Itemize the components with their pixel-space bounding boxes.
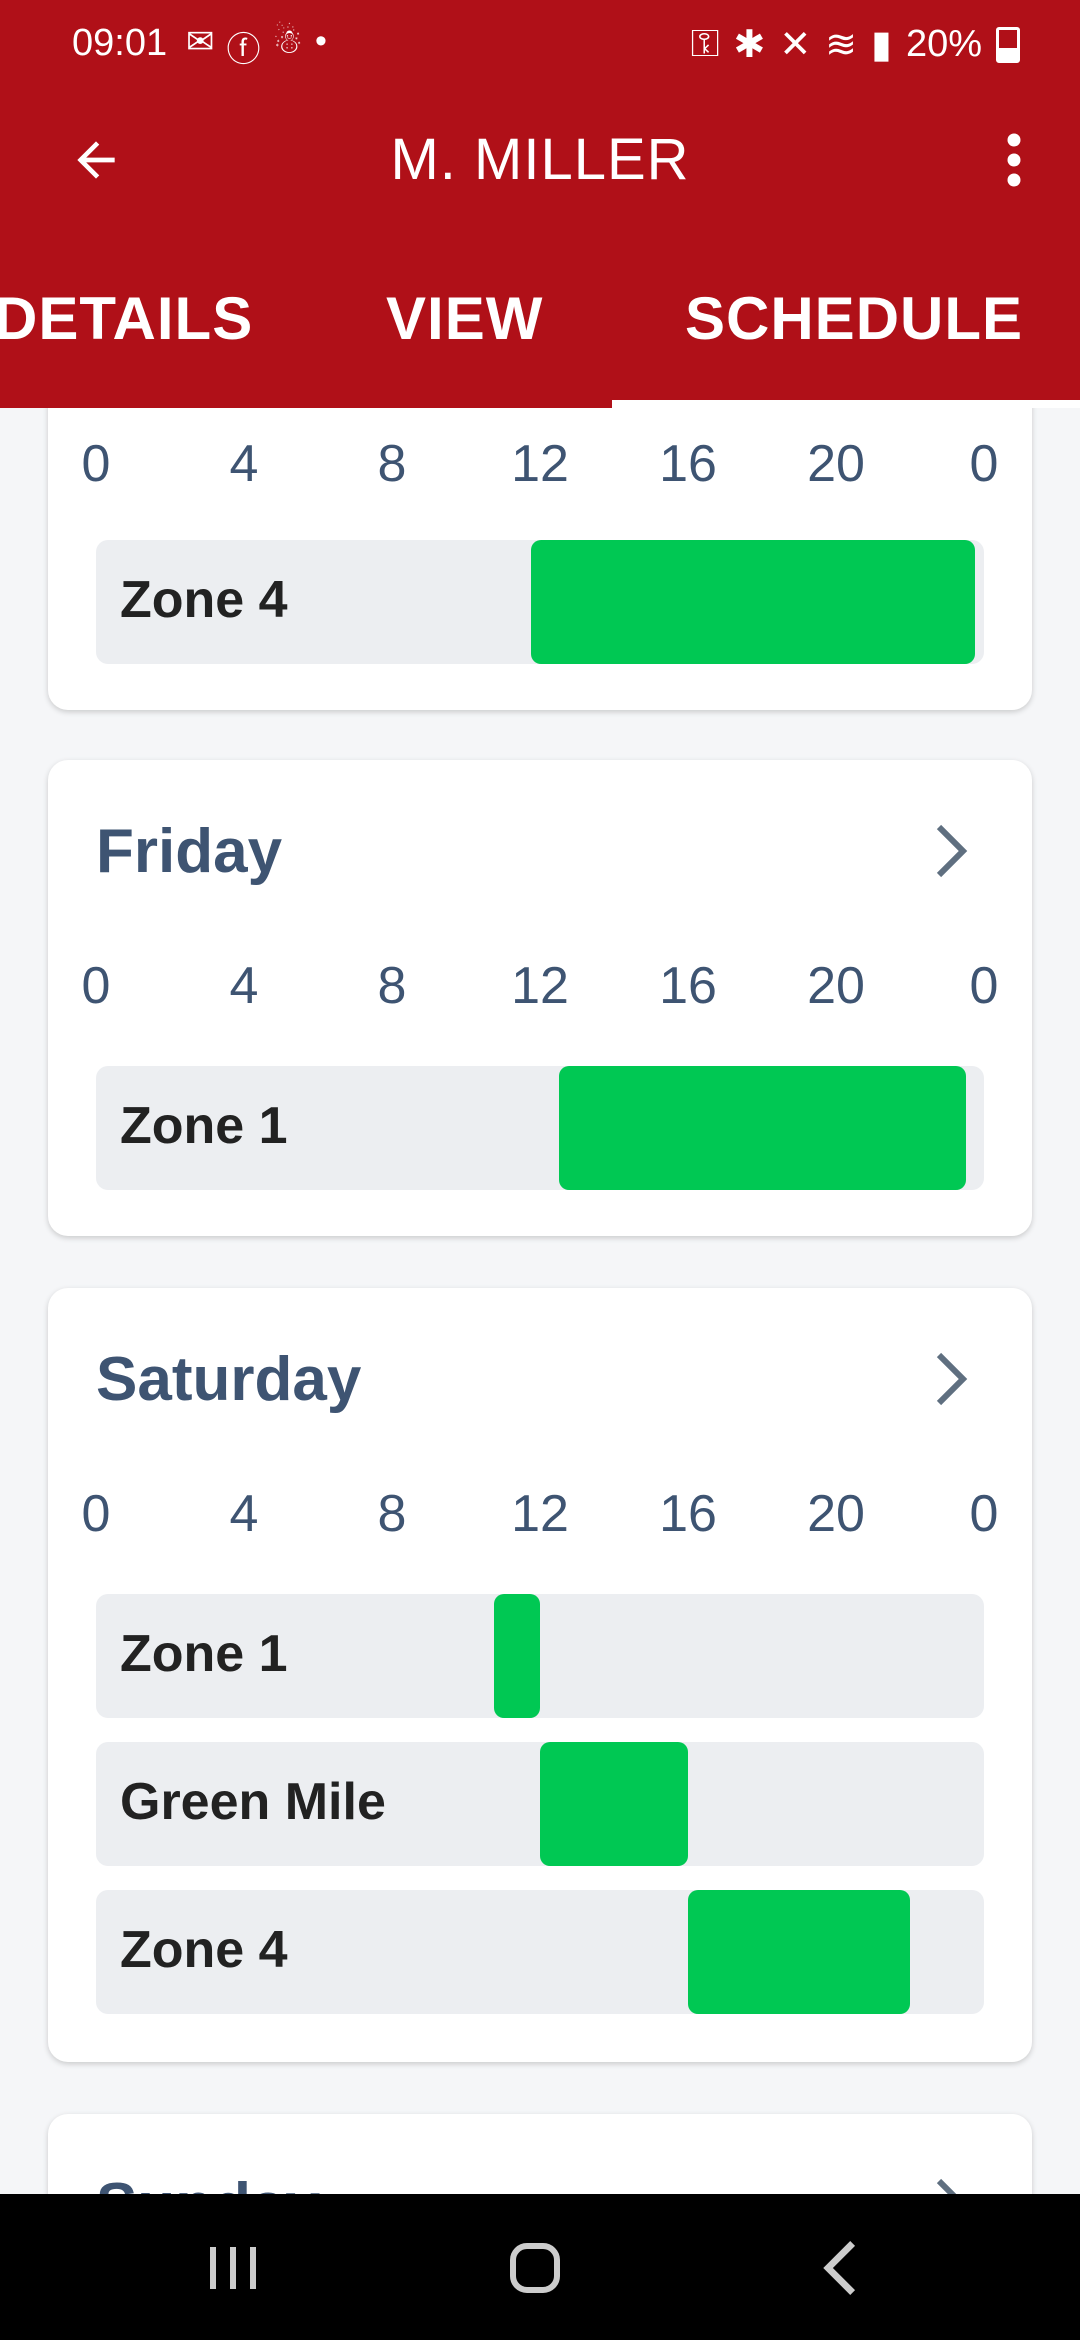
day-chevron-button[interactable] (926, 2170, 976, 2194)
hour-axis: 0 4 8 12 16 20 0 (72, 956, 1008, 1016)
zone-row[interactable]: Green Mile (96, 1742, 984, 1866)
day-title: Saturday (96, 1345, 362, 1414)
battery-percent: 20% (905, 23, 982, 65)
status-right: ⚿ ✱ ✕ ≋ ▮ 20% (691, 22, 1020, 67)
axis-tick: 20 (807, 435, 865, 493)
chevron-right-icon (936, 1352, 968, 1406)
key-icon: ⚿ (690, 23, 720, 65)
schedule-list[interactable]: 0 4 8 12 16 20 0 Zone 4 Friday 0 4 8 12 … (0, 408, 1080, 2194)
bluetooth-icon: ✱ (733, 24, 766, 66)
tab-view[interactable]: VIEW (386, 284, 543, 353)
app-bar: M. MILLER (0, 96, 1080, 220)
zone-label: Zone 1 (120, 1097, 288, 1155)
axis-tick: 12 (511, 1485, 569, 1543)
recents-button[interactable] (188, 2230, 278, 2306)
battery-icon (996, 26, 1020, 63)
home-button[interactable] (490, 2230, 580, 2306)
zone-label: Zone 4 (120, 571, 288, 629)
day-chevron-button[interactable] (926, 1344, 976, 1414)
status-time: 09:01 (72, 22, 168, 64)
zone-active-bar (530, 540, 975, 664)
axis-tick: 0 (969, 1485, 999, 1543)
axis-tick: 16 (659, 1485, 717, 1543)
gmail-icon: ✉ (186, 23, 215, 61)
zone-label: Zone 1 (120, 1625, 288, 1683)
axis-tick: 8 (377, 435, 407, 493)
zone-label: Green Mile (120, 1773, 386, 1831)
chevron-right-icon (936, 2178, 957, 2194)
hour-axis: 0 4 8 12 16 20 0 (72, 1484, 1008, 1544)
day-card-friday[interactable]: Friday 0 4 8 12 16 20 0 Zone 1 (48, 760, 1032, 1236)
hour-axis: 0 4 8 12 16 20 0 (72, 434, 1008, 494)
chevron-right-icon (936, 824, 968, 878)
status-bar: 09:01 ✉ ⓕ ☃ • ⚿ ✱ ✕ ≋ ▮ 20% (0, 0, 1080, 96)
axis-tick: 4 (229, 1485, 259, 1543)
axis-tick: 16 (659, 957, 717, 1015)
axis-tick: 0 (969, 435, 999, 493)
day-card: 0 4 8 12 16 20 0 Zone 4 (48, 408, 1032, 710)
axis-tick: 20 (807, 957, 865, 1015)
axis-tick: 0 (81, 435, 111, 493)
tab-indicator (612, 400, 1080, 408)
dot-icon: • (314, 22, 327, 60)
day-card-sunday[interactable]: Sunday (48, 2114, 1032, 2194)
axis-tick: 4 (229, 957, 259, 1015)
page-title: M. MILLER (390, 127, 690, 192)
more-vert-icon (1007, 133, 1021, 187)
zone-row[interactable]: Zone 4 (96, 1890, 984, 2014)
tab-schedule[interactable]: SCHEDULE (685, 284, 1023, 353)
notification-icon: ☃ (272, 23, 303, 61)
day-chevron-button[interactable] (926, 816, 976, 886)
axis-tick: 12 (511, 957, 569, 1015)
signal-icon: ▮ (871, 24, 892, 66)
zone-label: Zone 4 (120, 1921, 288, 1979)
axis-tick: 12 (511, 435, 569, 493)
day-title: Sunday (96, 2170, 320, 2194)
back-chevron-icon (823, 2241, 856, 2295)
day-title: Friday (96, 817, 283, 886)
facebook-icon: ⓕ (226, 31, 261, 69)
axis-tick: 16 (659, 435, 717, 493)
tab-details[interactable]: DETAILS (0, 284, 253, 353)
day-card-saturday[interactable]: Saturday 0 4 8 12 16 20 0 Zone 1 Green M… (48, 1288, 1032, 2062)
axis-tick: 0 (81, 1485, 111, 1543)
recents-icon (210, 2247, 256, 2289)
mute-icon: ✕ (779, 24, 812, 66)
zone-active-bar (558, 1066, 966, 1190)
zone-row[interactable]: Zone 1 (96, 1066, 984, 1190)
tab-bar: DETAILS VIEW SCHEDULE (0, 268, 1080, 408)
home-icon (510, 2243, 560, 2293)
zone-row[interactable]: Zone 4 (96, 540, 984, 664)
axis-tick: 0 (81, 957, 111, 1015)
more-options-button[interactable] (984, 124, 1044, 196)
zone-row[interactable]: Zone 1 (96, 1594, 984, 1718)
axis-tick: 0 (969, 957, 999, 1015)
notification-icons: ✉ ⓕ ☃ • (186, 22, 327, 71)
zone-active-bar (493, 1594, 540, 1718)
app-header: 09:01 ✉ ⓕ ☃ • ⚿ ✱ ✕ ≋ ▮ 20% M. MILLER DE… (0, 0, 1080, 408)
axis-tick: 8 (377, 1485, 407, 1543)
zone-active-bar (540, 1742, 688, 1866)
back-nav-button[interactable] (794, 2230, 884, 2306)
wifi-icon: ≋ (825, 24, 858, 66)
axis-tick: 4 (229, 435, 259, 493)
zone-active-bar (688, 1890, 910, 2014)
axis-tick: 8 (377, 957, 407, 1015)
system-nav-bar (0, 2194, 1080, 2340)
axis-tick: 20 (807, 1485, 865, 1543)
